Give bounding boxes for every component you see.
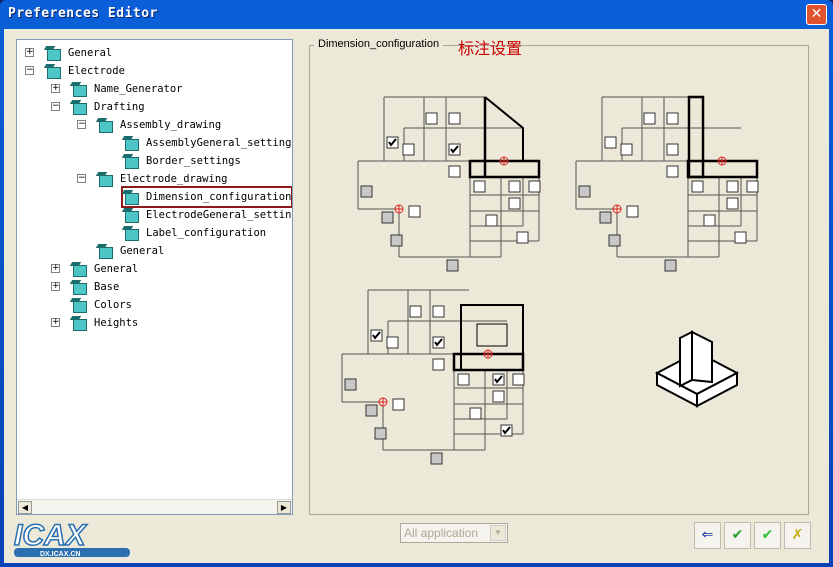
- dimension-checkbox[interactable]: [492, 373, 505, 386]
- dimension-checkbox[interactable]: [726, 180, 739, 193]
- dimension-checkbox[interactable]: [528, 180, 541, 193]
- icax-logo: ICAX DX.ICAX.CN: [13, 518, 130, 558]
- load-defaults-button[interactable]: ⇐: [694, 522, 721, 549]
- dimension-checkbox[interactable]: [516, 231, 529, 244]
- dimension-diagrams: [341, 95, 759, 465]
- disabled-checkbox: [578, 185, 591, 198]
- dimension-checkbox[interactable]: [604, 136, 617, 149]
- dimension-diagram: [341, 289, 525, 465]
- dimension-checkbox[interactable]: [666, 165, 679, 178]
- client-area: + General − Electrode + Name_Generator − Drafti…: [4, 29, 829, 563]
- dimension-checkbox[interactable]: [473, 180, 486, 193]
- dimension-checkbox[interactable]: [485, 214, 498, 227]
- disabled-checkbox: [390, 234, 403, 247]
- dimension-checkbox[interactable]: [703, 214, 716, 227]
- application-select-value: All application: [404, 526, 479, 540]
- part-outline: [484, 96, 524, 161]
- dimension-checkbox[interactable]: [643, 112, 656, 125]
- dimension-checkbox[interactable]: [448, 112, 461, 125]
- dimension-checkbox[interactable]: [386, 336, 399, 349]
- dimension-checkbox[interactable]: [726, 197, 739, 210]
- dimension-checkbox[interactable]: [408, 205, 421, 218]
- application-select[interactable]: All application ▼: [400, 523, 508, 543]
- dimension-checkbox[interactable]: [409, 305, 422, 318]
- dimension-checkbox[interactable]: [469, 407, 482, 420]
- dimension-checkbox[interactable]: [508, 197, 521, 210]
- dimension-checkbox[interactable]: [448, 143, 461, 156]
- cancel-button[interactable]: ✗: [784, 522, 811, 549]
- disabled-checkbox: [664, 259, 677, 272]
- dimension-diagram: [575, 95, 759, 272]
- disabled-checkbox: [365, 404, 378, 417]
- dimension-checkbox[interactable]: [734, 231, 747, 244]
- dimension-checkbox[interactable]: [691, 180, 704, 193]
- dimension-checkbox[interactable]: [432, 305, 445, 318]
- disabled-checkbox: [599, 211, 612, 224]
- ok-button[interactable]: ✔: [754, 522, 781, 549]
- dimension-diagram: [357, 96, 541, 272]
- chevron-down-icon[interactable]: ▼: [490, 525, 506, 541]
- disabled-checkbox: [430, 452, 443, 465]
- dimension-checkbox[interactable]: [457, 373, 470, 386]
- disabled-checkbox: [344, 378, 357, 391]
- disabled-checkbox: [446, 259, 459, 272]
- dimension-checkbox[interactable]: [386, 136, 399, 149]
- disabled-checkbox: [381, 211, 394, 224]
- disabled-checkbox: [608, 234, 621, 247]
- dimension-checkbox[interactable]: [432, 358, 445, 371]
- disabled-checkbox: [374, 427, 387, 440]
- svg-text:ICAX: ICAX: [14, 519, 88, 552]
- apply-button[interactable]: ✔: [724, 522, 751, 549]
- dimension-checkbox[interactable]: [402, 143, 415, 156]
- dimension-checkbox[interactable]: [425, 112, 438, 125]
- dimension-checkbox[interactable]: [448, 165, 461, 178]
- dimension-checkbox[interactable]: [432, 336, 445, 349]
- dimension-checkbox[interactable]: [620, 143, 633, 156]
- preferences-window: Preferences Editor ✕ + General − Electrode +…: [0, 0, 833, 567]
- dimension-checkbox[interactable]: [392, 398, 405, 411]
- dimension-checkbox[interactable]: [666, 143, 679, 156]
- dimension-checkbox[interactable]: [512, 373, 525, 386]
- dimension-checkbox[interactable]: [500, 424, 513, 437]
- dimension-checkbox[interactable]: [508, 180, 521, 193]
- disabled-checkbox: [360, 185, 373, 198]
- part-outline: [687, 95, 705, 179]
- dimension-checkbox[interactable]: [746, 180, 759, 193]
- part-outline: [460, 304, 524, 371]
- dimension-checkbox[interactable]: [666, 112, 679, 125]
- dimension-checkbox[interactable]: [626, 205, 639, 218]
- electrode-3d-icon: [654, 330, 740, 408]
- dimension-checkbox[interactable]: [492, 390, 505, 403]
- part-outline: [476, 323, 508, 347]
- svg-text:DX.ICAX.CN: DX.ICAX.CN: [40, 551, 80, 558]
- dimension-checkbox[interactable]: [370, 329, 383, 342]
